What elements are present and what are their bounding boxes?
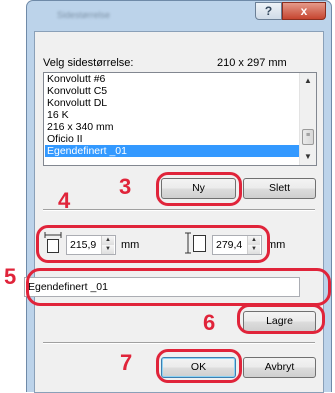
list-item[interactable]: 216 x 340 mm (45, 121, 299, 133)
help-button[interactable]: ? (255, 2, 282, 20)
page-size-dialog: Sidestørrelse ? x Velg sidestørrelse: 21… (26, 0, 332, 393)
list-item-selected[interactable]: Egendefinert _01 (45, 145, 299, 157)
height-value: 279,4 (216, 239, 243, 251)
cancel-button[interactable]: Avbryt (243, 357, 316, 378)
callout-number-6: 6 (203, 310, 216, 335)
paper-size-list[interactable]: Konvolutt #6 Konvolutt C5 Konvolutt DL 1… (43, 72, 317, 166)
separator (43, 209, 315, 211)
list-item[interactable]: 16 K (45, 109, 299, 121)
width-unit: mm (121, 239, 140, 251)
scroll-up-arrow-icon[interactable]: ▲ (300, 73, 316, 89)
title-bar[interactable]: Sidestørrelse ? x (27, 1, 331, 31)
callout-number-3: 3 (119, 174, 132, 199)
current-size-value: 210 x 297 mm (217, 57, 287, 69)
list-item[interactable]: Konvolutt C5 (45, 85, 299, 97)
ok-button[interactable]: OK (161, 357, 236, 378)
window-title: Sidestørrelse (57, 10, 111, 20)
callout-number-7: 7 (120, 350, 133, 375)
new-button[interactable]: Ny (161, 178, 236, 199)
callout-number-5: 5 (4, 264, 17, 289)
height-unit: mm (267, 239, 286, 251)
select-size-label: Velg sidestørrelse: (43, 57, 134, 69)
height-spinbox[interactable]: 279,4 ▲ ▼ (212, 235, 262, 255)
width-icon (44, 232, 62, 253)
width-spinbox[interactable]: 215,9 ▲ ▼ (66, 235, 116, 255)
width-value: 215,9 (70, 239, 97, 251)
height-decrement-icon[interactable]: ▼ (248, 245, 260, 254)
scroll-down-arrow-icon[interactable]: ▼ (300, 149, 316, 165)
callout-number-4: 4 (58, 188, 71, 213)
list-item[interactable]: Oficio II (45, 133, 299, 145)
dialog-body: Velg sidestørrelse: 210 x 297 mm Konvolu… (34, 31, 324, 393)
close-button[interactable]: x (282, 2, 326, 20)
delete-button[interactable]: Slett (243, 178, 316, 199)
scrollbar-thumb[interactable]: ≡ (302, 129, 314, 145)
height-icon (185, 232, 206, 254)
page-size-name-input[interactable]: Egendefinert _01 (24, 277, 300, 297)
list-item[interactable]: Konvolutt #6 (45, 73, 299, 85)
height-spin-buttons: ▲ ▼ (247, 236, 261, 254)
list-item[interactable]: Konvolutt DL (45, 97, 299, 109)
width-spin-buttons: ▲ ▼ (101, 236, 115, 254)
save-button[interactable]: Lagre (243, 311, 316, 332)
separator (43, 342, 315, 344)
width-decrement-icon[interactable]: ▼ (102, 245, 114, 254)
list-scrollbar[interactable]: ▲ ≡ ▼ (299, 73, 316, 165)
